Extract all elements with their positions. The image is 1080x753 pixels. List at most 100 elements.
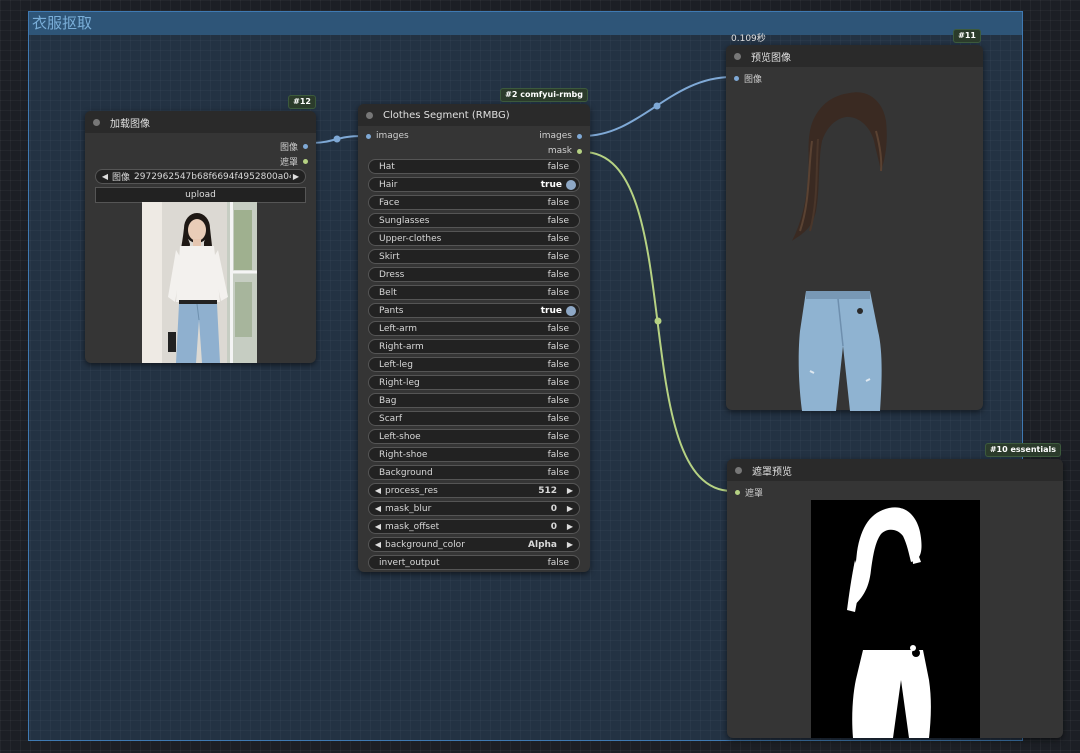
input-dot-icon[interactable] bbox=[734, 76, 739, 81]
toggle-knob-icon[interactable] bbox=[566, 179, 576, 190]
input-label: images bbox=[376, 131, 409, 141]
toggle-label: Skirt bbox=[379, 251, 400, 262]
prev-arrow-icon[interactable]: ◀ bbox=[373, 486, 383, 495]
toggle-scarf[interactable]: Scarf false bbox=[368, 411, 580, 426]
woman-photo-icon bbox=[142, 202, 257, 363]
output-slot-image[interactable]: 图像 bbox=[85, 137, 316, 153]
next-arrow-icon[interactable]: ▶ bbox=[565, 540, 575, 549]
output-dot-icon[interactable] bbox=[303, 144, 308, 149]
image-file-combo[interactable]: ◀ 图像 2972962547b68f6694f4952800a04... ▶ bbox=[95, 169, 306, 184]
toggle-right-arm[interactable]: Right-arm false bbox=[368, 339, 580, 354]
combo-value: 512 bbox=[538, 485, 557, 496]
next-arrow-icon[interactable]: ▶ bbox=[291, 172, 301, 181]
combo-value: 0 bbox=[550, 521, 557, 532]
output-dot-icon[interactable] bbox=[303, 159, 308, 164]
next-arrow-icon[interactable]: ▶ bbox=[565, 522, 575, 531]
hair-and-jeans-cutout-icon bbox=[792, 92, 887, 411]
load-image-node[interactable]: #12 加载图像 图像 遮罩 ◀ 图像 2972962547b68f6694f4… bbox=[85, 95, 316, 363]
combo-value: Alpha bbox=[528, 539, 557, 550]
toggle-upper-clothes[interactable]: Upper-clothes false bbox=[368, 231, 580, 246]
output-dot-icon[interactable] bbox=[577, 148, 582, 154]
mask-preview-node[interactable]: #10 essentials 遮罩预览 遮罩 bbox=[727, 443, 1063, 738]
input-label: 图像 bbox=[744, 75, 763, 85]
toggle-label: Hat bbox=[379, 161, 395, 172]
toggle-dress[interactable]: Dress false bbox=[368, 267, 580, 282]
toggle-sunglasses[interactable]: Sunglasses false bbox=[368, 213, 580, 228]
toggle-left-arm[interactable]: Left-arm false bbox=[368, 321, 580, 336]
toggle-left-shoe[interactable]: Left-shoe false bbox=[368, 429, 580, 444]
output-label: images bbox=[539, 131, 572, 141]
combo-label: process_res bbox=[385, 485, 438, 496]
toggle-value: false bbox=[547, 197, 569, 208]
input-dot-icon[interactable] bbox=[366, 133, 371, 139]
next-arrow-icon[interactable]: ▶ bbox=[565, 486, 575, 495]
input-dot-icon[interactable] bbox=[735, 490, 740, 495]
toggle-value: false bbox=[547, 251, 569, 262]
combo-list: ◀ process_res 512 ▶ ◀ mask_blur 0 ▶ ◀ mask_offset… bbox=[358, 483, 590, 552]
clothes-segment-node[interactable]: #2 comfyui-rmbg Clothes Segment (RMBG) i… bbox=[358, 88, 590, 572]
input-label: 遮罩 bbox=[745, 489, 764, 499]
toggle-background[interactable]: Background false bbox=[368, 465, 580, 480]
combo-mask-blur[interactable]: ◀ mask_blur 0 ▶ bbox=[368, 501, 580, 516]
toggle-knob-icon[interactable] bbox=[566, 305, 576, 316]
prev-arrow-icon[interactable]: ◀ bbox=[373, 522, 383, 531]
toggle-label: Right-leg bbox=[379, 377, 420, 388]
node-title-bar[interactable]: 遮罩预览 bbox=[727, 459, 1063, 481]
toggle-label: Pants bbox=[379, 305, 404, 316]
wire-midpoint-3 bbox=[654, 317, 662, 325]
toggle-label: invert_output bbox=[379, 557, 440, 568]
toggle-value: true bbox=[540, 305, 562, 316]
toggle-value: false bbox=[547, 269, 569, 280]
wire-midpoint-2 bbox=[653, 102, 661, 110]
combo-label: mask_offset bbox=[385, 521, 440, 532]
collapse-dot-icon[interactable] bbox=[735, 466, 742, 474]
node-title-bar[interactable]: Clothes Segment (RMBG) bbox=[358, 104, 590, 126]
collapse-dot-icon[interactable] bbox=[366, 111, 373, 119]
output-dot-icon[interactable] bbox=[577, 133, 582, 139]
node-badge: #2 comfyui-rmbg bbox=[500, 88, 588, 102]
upload-button[interactable]: upload bbox=[95, 187, 306, 203]
toggle-label: Right-arm bbox=[379, 341, 424, 352]
toggle-list: Hat false Hair true Face false Sunglasses false… bbox=[358, 159, 590, 480]
prev-arrow-icon[interactable]: ◀ bbox=[100, 172, 110, 181]
node-badge: #10 essentials bbox=[984, 443, 1061, 457]
combo-mask-offset[interactable]: ◀ mask_offset 0 ▶ bbox=[368, 519, 580, 534]
slot-row-images[interactable]: images images bbox=[358, 128, 590, 143]
collapse-dot-icon[interactable] bbox=[93, 118, 100, 126]
output-slot-mask[interactable]: 遮罩 bbox=[85, 152, 316, 168]
toggle-label: Left-leg bbox=[379, 359, 413, 370]
toggle-value: false bbox=[547, 395, 569, 406]
toggle-label: Left-arm bbox=[379, 323, 418, 334]
input-slot-mask[interactable]: 遮罩 bbox=[727, 483, 1063, 499]
node-title-bar[interactable]: 预览图像 bbox=[726, 45, 983, 67]
toggle-invert-output[interactable]: invert_output false bbox=[368, 555, 580, 570]
toggle-face[interactable]: Face false bbox=[368, 195, 580, 210]
combo-value: 0 bbox=[550, 503, 557, 514]
combo-background-color[interactable]: ◀ background_color Alpha ▶ bbox=[368, 537, 580, 552]
collapse-dot-icon[interactable] bbox=[734, 52, 741, 60]
toggle-value: true bbox=[540, 179, 562, 190]
toggle-hat[interactable]: Hat false bbox=[368, 159, 580, 174]
toggle-right-shoe[interactable]: Right-shoe false bbox=[368, 447, 580, 462]
node-title-bar[interactable]: 加载图像 bbox=[85, 111, 316, 133]
toggle-label: Bag bbox=[379, 395, 397, 406]
toggle-hair[interactable]: Hair true bbox=[368, 177, 580, 192]
toggle-value: false bbox=[547, 449, 569, 460]
toggle-right-leg[interactable]: Right-leg false bbox=[368, 375, 580, 390]
toggle-value: false bbox=[547, 233, 569, 244]
node-title: Clothes Segment (RMBG) bbox=[383, 109, 510, 121]
slot-row-mask[interactable]: mask bbox=[358, 143, 590, 158]
toggle-belt[interactable]: Belt false bbox=[368, 285, 580, 300]
combo-process-res[interactable]: ◀ process_res 512 ▶ bbox=[368, 483, 580, 498]
silhouette-mask-icon bbox=[811, 500, 980, 738]
toggle-label: Face bbox=[379, 197, 400, 208]
prev-arrow-icon[interactable]: ◀ bbox=[373, 504, 383, 513]
preview-image-node[interactable]: #11 预览图像 图像 bbox=[726, 29, 983, 411]
toggle-left-leg[interactable]: Left-leg false bbox=[368, 357, 580, 372]
toggle-bag[interactable]: Bag false bbox=[368, 393, 580, 408]
prev-arrow-icon[interactable]: ◀ bbox=[373, 540, 383, 549]
toggle-pants[interactable]: Pants true bbox=[368, 303, 580, 318]
toggle-value: false bbox=[547, 377, 569, 388]
toggle-skirt[interactable]: Skirt false bbox=[368, 249, 580, 264]
next-arrow-icon[interactable]: ▶ bbox=[565, 504, 575, 513]
